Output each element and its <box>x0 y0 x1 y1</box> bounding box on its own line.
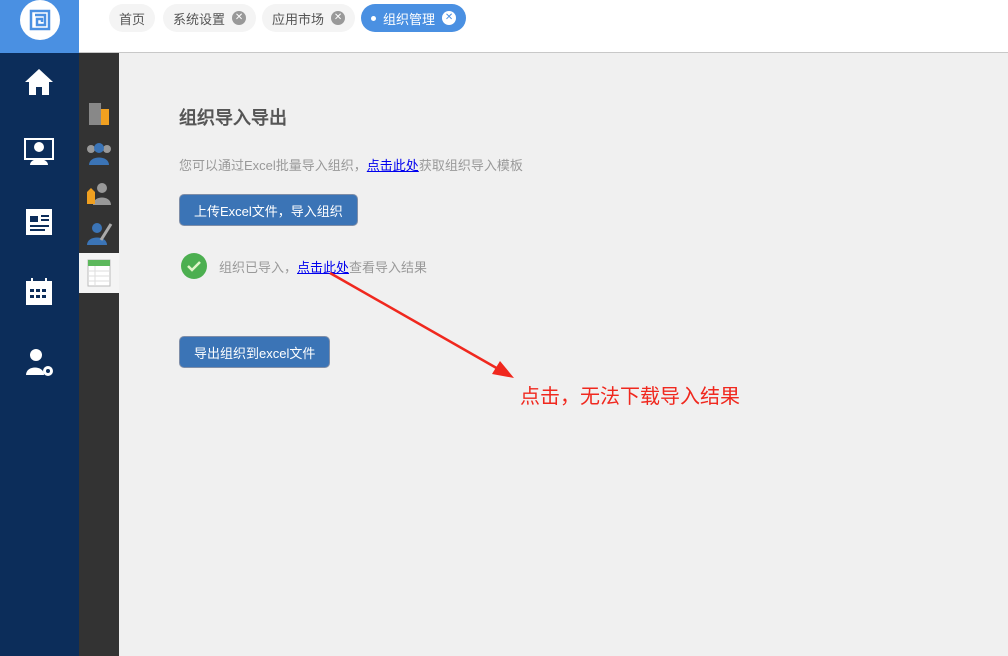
org-edit-item[interactable] <box>79 213 119 253</box>
close-icon[interactable]: ✕ <box>232 11 247 25</box>
template-download-link[interactable]: 点击此处 <box>367 158 419 173</box>
view-result-link[interactable]: 点击此处 <box>297 260 349 275</box>
app-logo[interactable] <box>0 0 79 53</box>
logo-icon <box>29 9 50 30</box>
desc-text: 获取组织导入模板 <box>418 158 523 173</box>
org-import-export-item[interactable] <box>79 253 119 293</box>
import-description: 您可以通过Excel批量导入组织，点击此处获取组织导入模板 <box>179 155 523 174</box>
spreadsheet-icon <box>87 259 111 287</box>
close-icon[interactable]: ✕ <box>331 11 346 25</box>
status-text: 组织已导入， <box>219 259 298 275</box>
content-area: 组织导入导出 您可以通过Excel批量导入组织，点击此处获取组织导入模板 上传E… <box>119 54 1008 656</box>
tab-label: 系统设置 <box>173 11 226 27</box>
tab-label: 组织管理 <box>383 11 436 27</box>
tab-label: 应用市场 <box>272 11 325 27</box>
org-members-item[interactable] <box>79 133 119 173</box>
group-icon <box>87 143 111 165</box>
status-text: 查看导入结果 <box>349 259 428 275</box>
check-circle-icon <box>181 253 207 279</box>
user-tag-icon <box>87 183 111 205</box>
home-icon[interactable] <box>22 65 56 99</box>
import-status: 组织已导入，点击此处查看导入结果 <box>181 253 427 279</box>
top-bar: 首页 系统设置 ✕ 应用市场 ✕ 组织管理 ✕ <box>0 0 1008 53</box>
sub-sidebar <box>79 53 119 656</box>
active-dot <box>371 15 376 21</box>
user-edit-icon <box>87 223 113 245</box>
page-title: 组织导入导出 <box>179 108 287 128</box>
user-settings-icon[interactable] <box>22 345 56 379</box>
main-sidebar <box>0 53 79 656</box>
close-icon[interactable]: ✕ <box>442 11 457 25</box>
monitor-user-icon[interactable] <box>22 135 56 169</box>
tab-org-management[interactable]: 组织管理 ✕ <box>361 4 467 32</box>
calendar-icon[interactable] <box>22 275 56 309</box>
org-building-item[interactable] <box>79 93 119 133</box>
tab-system-settings[interactable]: 系统设置 ✕ <box>163 4 257 32</box>
annotation-text: 点击，无法下载导入结果 <box>520 386 740 408</box>
export-excel-button[interactable]: 导出组织到excel文件 <box>179 336 331 368</box>
news-icon[interactable] <box>22 205 56 239</box>
tab-app-market[interactable]: 应用市场 ✕ <box>262 4 356 32</box>
tab-label: 首页 <box>119 11 146 27</box>
building-icon <box>89 103 109 125</box>
tab-home[interactable]: 首页 <box>109 4 156 32</box>
upload-excel-button[interactable]: 上传Excel文件，导入组织 <box>179 194 358 226</box>
desc-text: 您可以通过Excel批量导入组织， <box>179 158 367 173</box>
org-roles-item[interactable] <box>79 173 119 213</box>
